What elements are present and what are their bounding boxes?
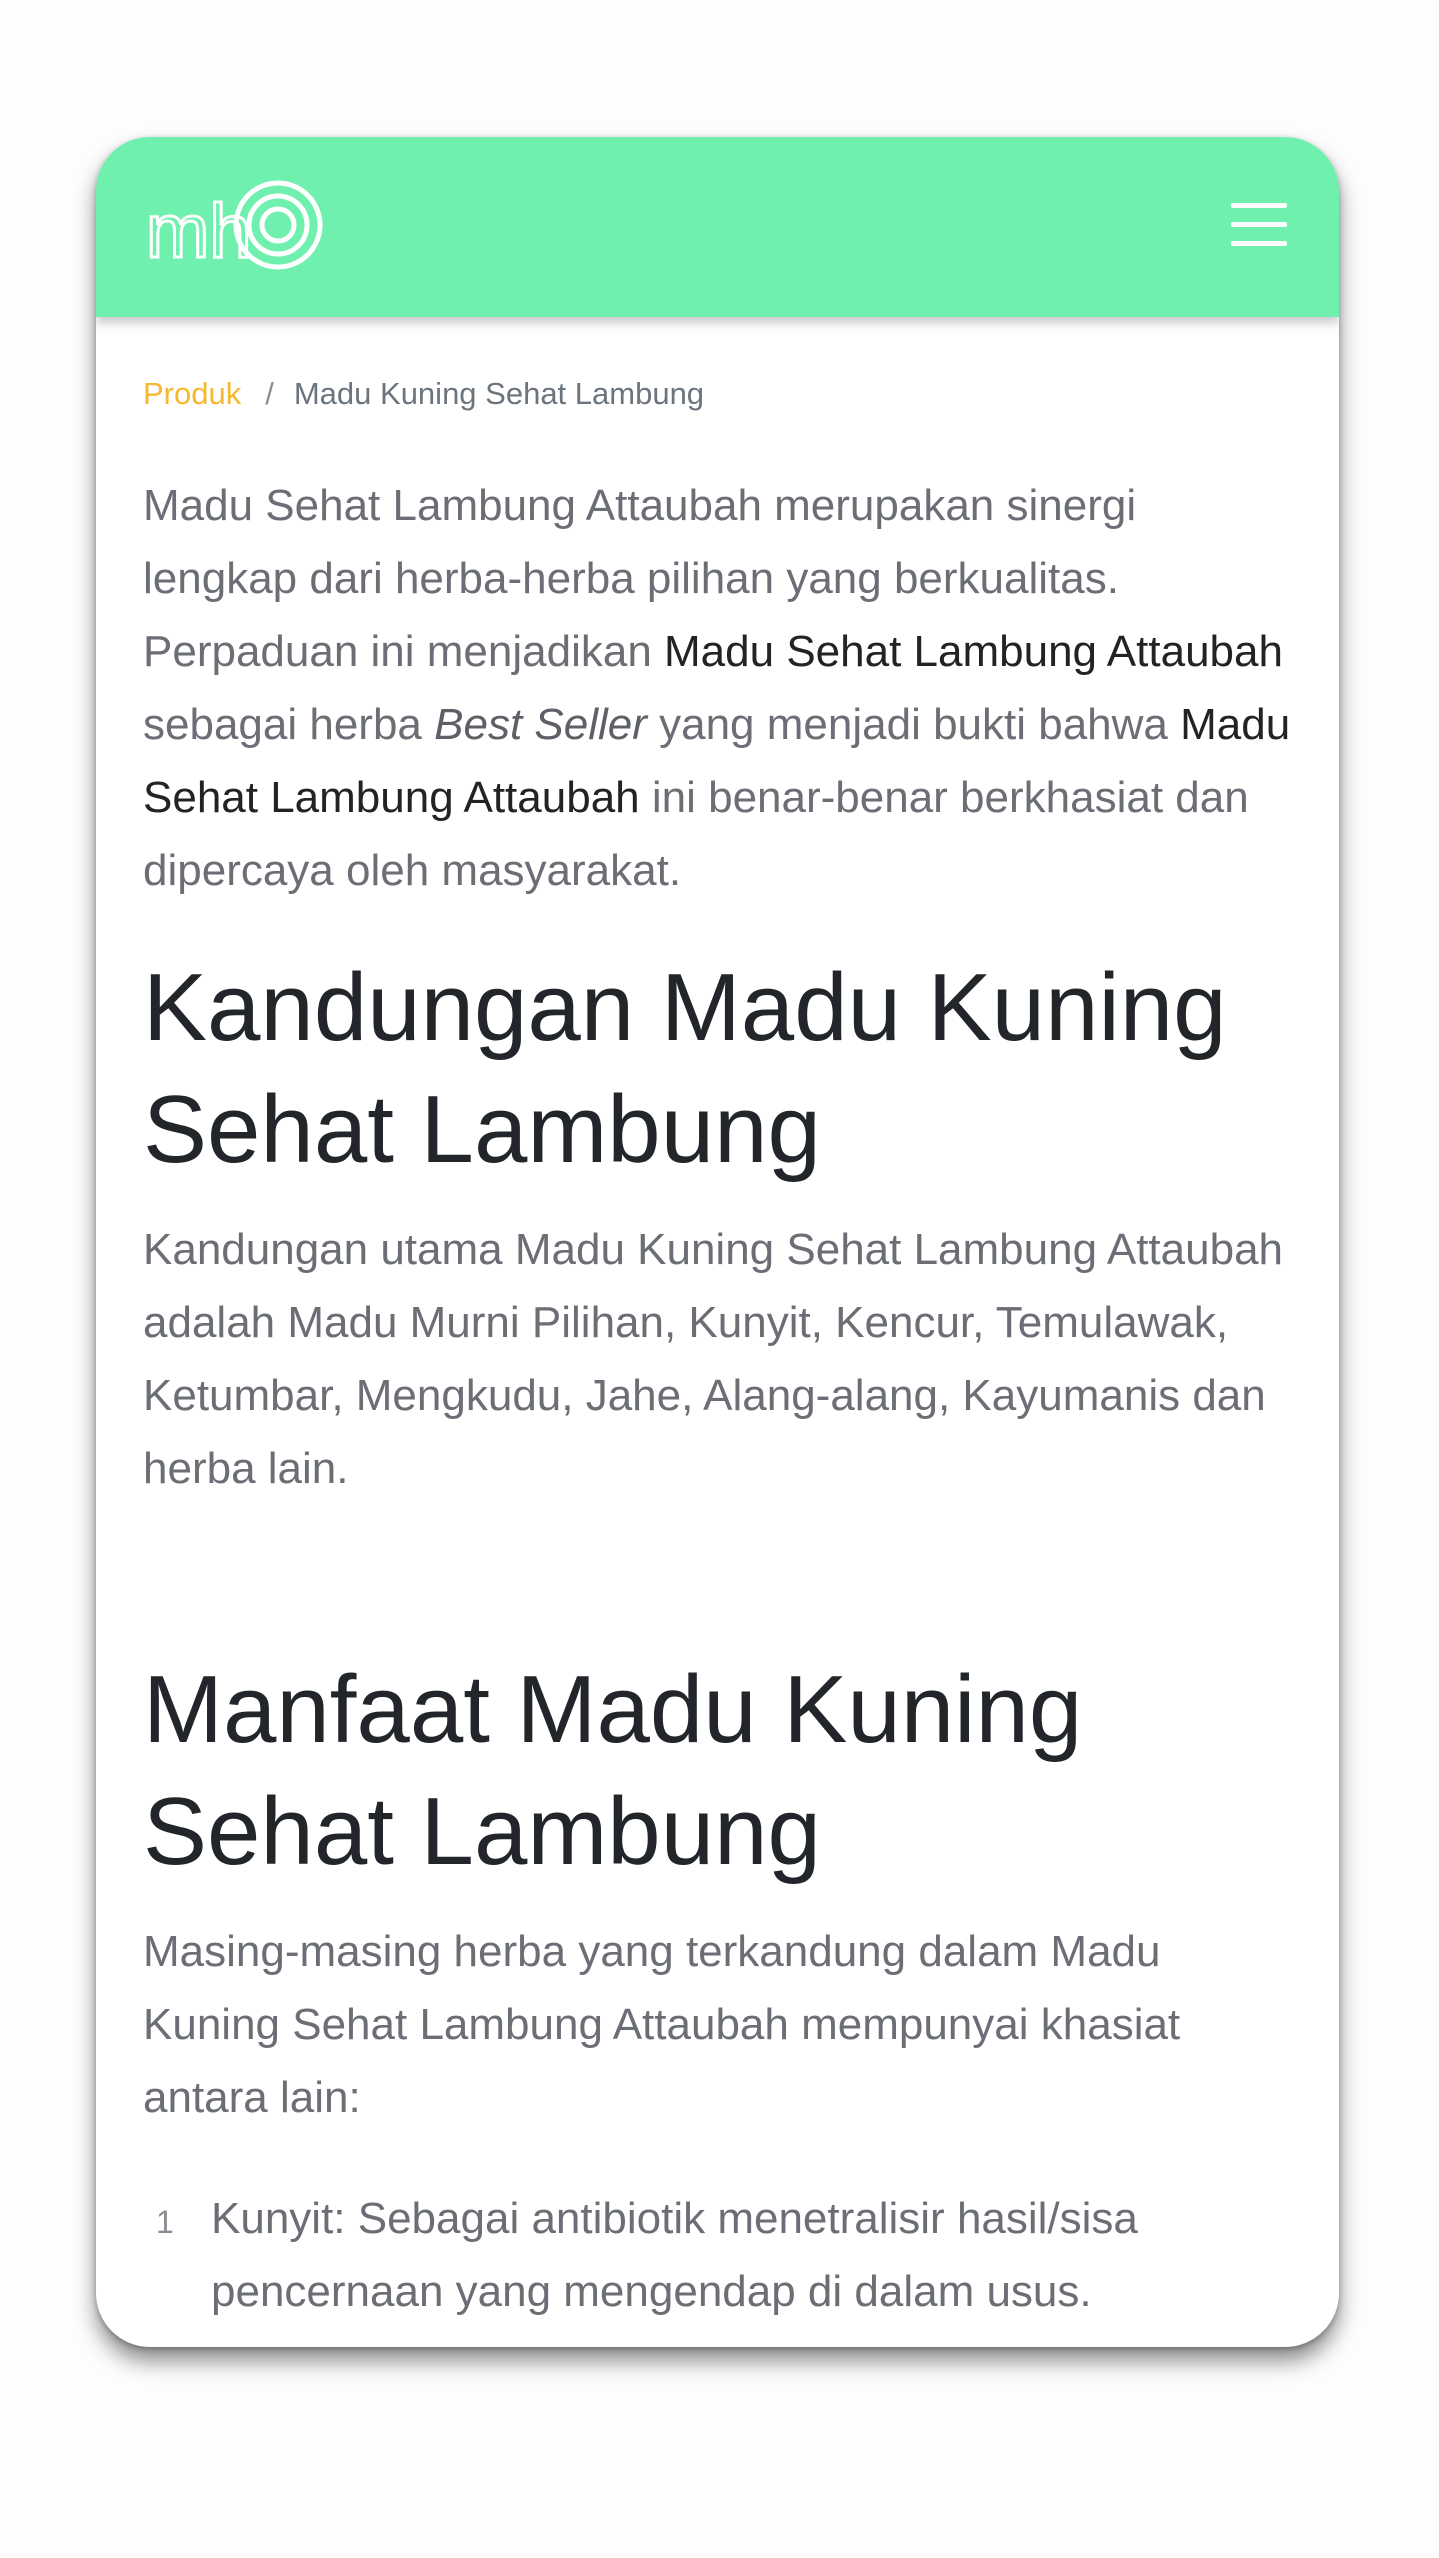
manfaat-list: 1 Kunyit: Sebagai antibiotik menetralisi… xyxy=(143,2182,1293,2328)
list-item: 1 Kunyit: Sebagai antibiotik menetralisi… xyxy=(143,2182,1293,2328)
site-logo[interactable]: mh xyxy=(144,177,330,277)
phone-frame: mh Produk / Madu Kuning Sehat Lambung Madu… xyxy=(96,137,1339,2347)
hamburger-menu-icon[interactable] xyxy=(1231,203,1287,247)
kandungan-paragraph: Kandungan utama Madu Kuning Sehat Lambun… xyxy=(143,1225,1284,1493)
mh-logo-icon: mh xyxy=(145,180,323,276)
site-header: mh xyxy=(96,137,1339,317)
breadcrumb-current: Madu Kuning Sehat Lambung xyxy=(293,376,705,411)
page-content: Produk / Madu Kuning Sehat Lambung Madu Se… xyxy=(143,317,1293,2328)
breadcrumb: Produk / Madu Kuning Sehat Lambung xyxy=(143,373,1293,415)
breadcrumb-separator: / xyxy=(265,376,274,411)
intro-text: sebagai herba xyxy=(143,700,435,749)
kandungan-heading: Kandungan Madu Kuning Sehat Lambung xyxy=(143,954,1227,1183)
intro-paragraph: Madu Sehat Lambung Attaubah merupakan si… xyxy=(143,469,1293,907)
list-item-text: Kunyit: Sebagai antibiotik menetralisir … xyxy=(211,2194,1138,2316)
list-item-number: 1 xyxy=(156,2204,174,2240)
intro-text: yang menjadi bukti bahwa xyxy=(646,700,1181,749)
breadcrumb-link-produk[interactable]: Produk xyxy=(143,376,241,411)
intro-emphasis: Best Seller xyxy=(434,700,647,749)
manfaat-heading: Manfaat Madu Kuning Sehat Lambung xyxy=(143,1656,1083,1885)
intro-product-name: Madu Sehat Lambung Attaubah xyxy=(664,627,1283,676)
manfaat-paragraph: Masing-masing herba yang terkandung dala… xyxy=(143,1927,1181,2122)
